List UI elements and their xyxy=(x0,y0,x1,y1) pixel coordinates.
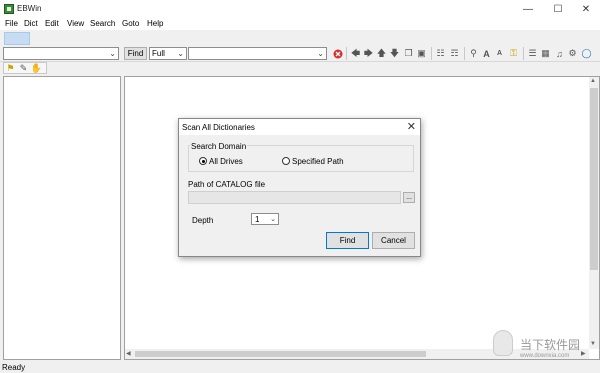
catalog-path-field[interactable] xyxy=(188,191,401,204)
dialog-title: Scan All Dictionaries xyxy=(182,123,255,132)
depth-select[interactable]: 1 ⌄ xyxy=(251,213,279,225)
menu-search[interactable]: Search xyxy=(90,19,115,28)
back-icon[interactable]: 🡄 xyxy=(350,48,361,59)
key-icon[interactable]: ⚿ xyxy=(508,48,519,59)
specified-path-label: Specified Path xyxy=(292,157,344,166)
browse-button[interactable]: ... xyxy=(403,192,415,203)
dialog-find-button[interactable]: Find xyxy=(326,232,369,249)
minimize-button[interactable]: — xyxy=(514,0,542,18)
toolbar-separator xyxy=(464,47,465,60)
menu-help[interactable]: Help xyxy=(147,19,163,28)
dict-multi-icon[interactable]: ☶ xyxy=(449,48,460,59)
horizontal-scroll-thumb[interactable] xyxy=(135,351,426,357)
menu-edit[interactable]: Edit xyxy=(45,19,59,28)
watermark-text: 当下软件园 xyxy=(520,338,581,352)
zoom-icon[interactable]: ⚲ xyxy=(468,48,479,59)
scroll-up-icon[interactable]: ▲ xyxy=(590,78,596,84)
toolbar-separator xyxy=(431,47,432,60)
copy-icon[interactable]: ❐ xyxy=(403,48,414,59)
scroll-down-icon[interactable]: ▼ xyxy=(590,341,596,347)
catalog-path-label: Path of CATALOG file xyxy=(188,180,266,189)
comment-icon[interactable]: ✎ xyxy=(18,63,29,74)
toolbar-divider xyxy=(0,61,600,62)
font-smaller-icon[interactable]: A xyxy=(494,48,505,59)
chevron-down-icon: ⌄ xyxy=(317,49,324,58)
menu-goto[interactable]: Goto xyxy=(122,19,139,28)
window-title: EBWin xyxy=(17,4,42,13)
search-mode-select[interactable]: Full ⌄ xyxy=(149,47,187,60)
audio-icon[interactable]: ♫ xyxy=(554,48,565,59)
settings-icon[interactable]: ⚙ xyxy=(567,48,578,59)
watermark-logo xyxy=(493,330,513,356)
browse-button-label: ... xyxy=(406,194,412,201)
find-button-label: Find xyxy=(127,49,144,58)
close-button[interactable]: ✕ xyxy=(572,0,600,18)
forward-icon[interactable]: 🡆 xyxy=(363,48,374,59)
title-bar xyxy=(0,0,600,18)
watermark: 当下软件园 www.downxia.com xyxy=(520,336,580,359)
depth-label: Depth xyxy=(192,216,214,225)
chevron-down-icon: ⌄ xyxy=(109,49,116,58)
chevron-down-icon: ⌄ xyxy=(270,216,276,223)
scroll-right-icon[interactable]: ▶ xyxy=(581,350,586,357)
vertical-scroll-thumb[interactable] xyxy=(590,88,598,270)
toolbar-separator xyxy=(523,47,524,60)
all-drives-label: All Drives xyxy=(209,157,243,166)
dictionary-tree-pane[interactable] xyxy=(3,76,121,360)
maximize-button[interactable]: ☐ xyxy=(544,0,572,18)
search-input[interactable]: ⌄ xyxy=(3,47,119,60)
stop-icon[interactable] xyxy=(332,48,343,59)
specified-path-radio[interactable] xyxy=(282,157,290,165)
dialog-close-icon[interactable]: ✕ xyxy=(407,120,416,133)
dict-icon[interactable]: ☷ xyxy=(435,48,446,59)
image-icon[interactable]: ▦ xyxy=(540,48,551,59)
font-larger-icon[interactable]: A xyxy=(481,48,492,59)
down-icon[interactable]: 🡇 xyxy=(389,48,400,59)
dialog-cancel-button[interactable]: Cancel xyxy=(372,232,415,249)
dialog-title-bar: Scan All Dictionaries ✕ xyxy=(179,119,420,135)
scroll-left-icon[interactable]: ◀ xyxy=(126,350,131,357)
dictionary-group-selector[interactable] xyxy=(4,32,30,45)
toolbar-separator xyxy=(346,47,347,60)
menu-dict[interactable]: Dict xyxy=(24,19,38,28)
browser-icon[interactable]: ◯ xyxy=(581,48,592,59)
menu-file[interactable]: File xyxy=(5,19,18,28)
clip-icon[interactable]: ✋ xyxy=(31,63,42,74)
search-mode-value: Full xyxy=(152,49,165,58)
app-icon xyxy=(4,4,14,14)
scan-dictionaries-dialog: Scan All Dictionaries ✕ Search Domain Al… xyxy=(178,118,421,257)
list-icon[interactable]: ☰ xyxy=(527,48,538,59)
up-icon[interactable]: 🡅 xyxy=(376,48,387,59)
status-bar xyxy=(0,361,600,373)
search-domain-label: Search Domain xyxy=(190,142,248,151)
all-drives-radio[interactable] xyxy=(199,157,207,165)
status-text: Ready xyxy=(2,363,26,372)
menu-view[interactable]: View xyxy=(67,19,84,28)
watermark-url: www.downxia.com xyxy=(520,353,570,359)
find-button[interactable]: Find xyxy=(124,47,147,60)
frame-icon[interactable]: ▣ xyxy=(416,48,427,59)
note-icon[interactable]: ⚑ xyxy=(5,63,16,74)
dialog-cancel-label: Cancel xyxy=(381,236,406,245)
chevron-down-icon: ⌄ xyxy=(177,49,184,58)
depth-value: 1 xyxy=(255,215,260,224)
dialog-find-label: Find xyxy=(339,236,356,245)
dictionary-select[interactable]: ⌄ xyxy=(188,47,327,60)
